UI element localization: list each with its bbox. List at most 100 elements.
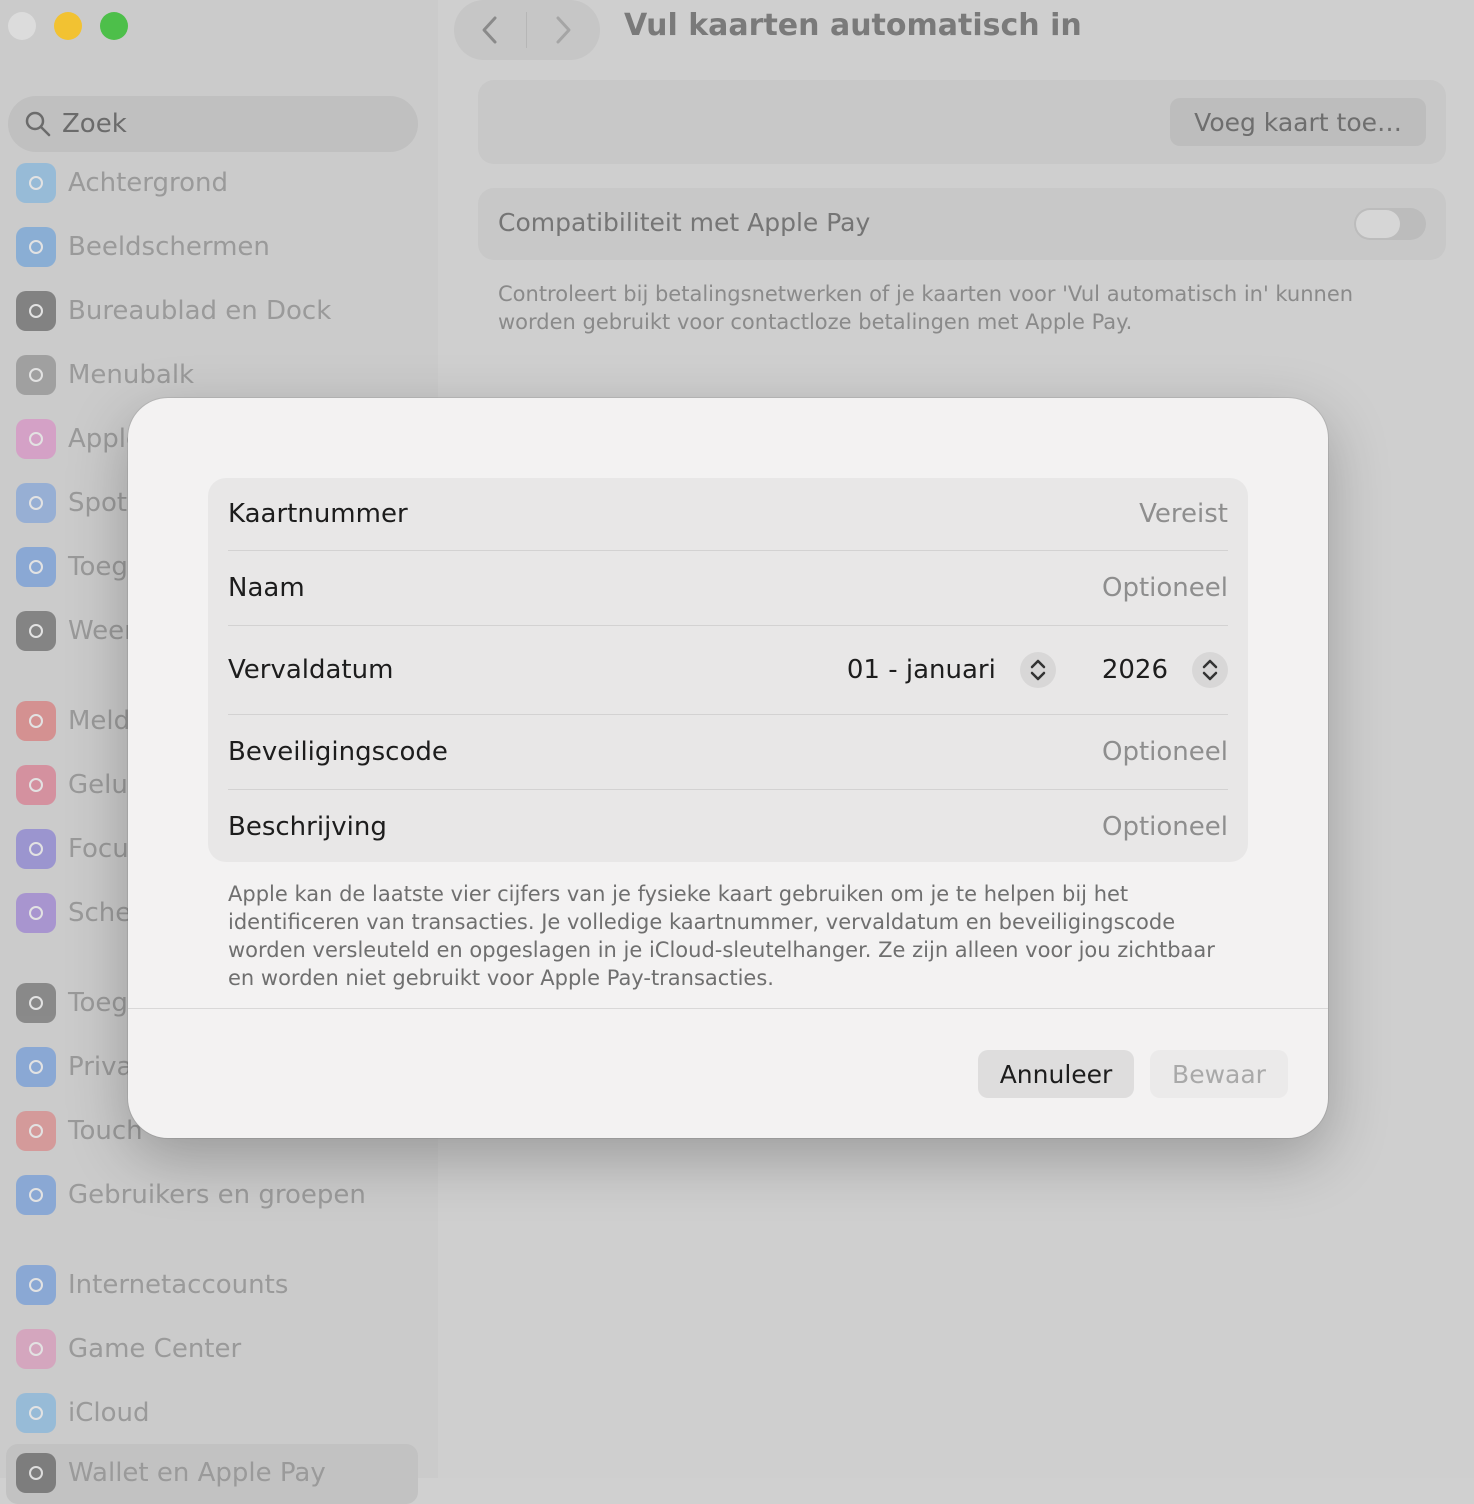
sidebar-item[interactable]: Toeg [16, 542, 128, 592]
at-icon [16, 1265, 56, 1305]
card-number-label: Kaartnummer [228, 499, 408, 529]
up-down-chevron-icon [1202, 659, 1218, 681]
search-field[interactable]: Zoek [8, 96, 418, 152]
sidebar-item[interactable]: Game Center [16, 1324, 241, 1374]
expiry-year-value[interactable]: 2026 [1102, 655, 1168, 685]
card-number-row[interactable]: Kaartnummer Vereist [228, 478, 1228, 550]
sidebar-item-label: iCloud [68, 1398, 150, 1428]
card-number-input[interactable]: Vereist [1139, 499, 1228, 529]
add-card-button[interactable]: Voeg kaart toe… [1170, 98, 1426, 146]
sidebar-item-label: Internetaccounts [68, 1270, 289, 1300]
dock-icon [16, 291, 56, 331]
sidebar-item[interactable]: iCloud [16, 1388, 150, 1438]
sidebar-item-label: Bureaublad en Dock [68, 296, 332, 326]
apple-pay-compat-toggle[interactable] [1354, 208, 1426, 240]
wallet-icon [16, 1453, 56, 1493]
expiry-label: Vervaldatum [228, 655, 394, 685]
sidebar-item[interactable]: Beeldschermen [16, 222, 270, 272]
security-code-row[interactable]: Beveiligingscode Optioneel [228, 715, 1228, 789]
sidebar-item[interactable]: Toeg [16, 978, 128, 1028]
hand-icon [16, 1047, 56, 1087]
forward-button[interactable] [527, 0, 599, 60]
chevron-left-icon [482, 16, 497, 44]
screensaver-icon [16, 611, 56, 651]
toggle-knob [1356, 210, 1400, 238]
security-code-input[interactable]: Optioneel [1102, 737, 1228, 767]
sidebar-item-label: Beeldschermen [68, 232, 270, 262]
sidebar-item[interactable]: Apple [16, 414, 142, 464]
back-button[interactable] [454, 0, 526, 60]
sidebar-item-label: Wallet en Apple Pay [68, 1458, 326, 1488]
sidebar-item[interactable]: Wallet en Apple Pay [16, 1448, 326, 1498]
save-button[interactable]: Bewaar [1150, 1050, 1288, 1098]
sidebar-item[interactable]: Weer [16, 606, 135, 656]
navigation-buttons [454, 0, 600, 60]
close-window-button[interactable] [8, 12, 36, 40]
sidebar-item-label: Toeg [68, 988, 128, 1018]
cancel-button[interactable]: Annuleer [978, 1050, 1134, 1098]
sidebar-item[interactable]: Bureaublad en Dock [16, 286, 331, 336]
sidebar-item-label: Sche [68, 898, 132, 928]
users-icon [16, 1175, 56, 1215]
gamecenter-icon [16, 1329, 56, 1369]
apple-pay-compat-card: Compatibiliteit met Apple Pay [478, 188, 1446, 260]
up-down-chevron-icon [1030, 659, 1046, 681]
bell-icon [16, 701, 56, 741]
sidebar-item[interactable]: Sche [16, 888, 131, 938]
sidebar-item-label: Priva [68, 1052, 133, 1082]
search-placeholder: Zoek [62, 109, 127, 139]
sidebar-item[interactable]: Meld [16, 696, 130, 746]
flower-icon [16, 163, 56, 203]
minimize-window-button[interactable] [54, 12, 82, 40]
sidebar-item-label: Achtergrond [68, 168, 229, 198]
sidebar-item-label: Menubalk [68, 360, 195, 390]
dialog-separator [128, 1008, 1328, 1009]
sidebar-item[interactable]: Spot [16, 478, 127, 528]
chevron-right-icon [556, 16, 571, 44]
sun-icon [16, 227, 56, 267]
sidebar-item[interactable]: Gebruikers en groepen [16, 1170, 366, 1220]
sidebar-item-label: Meld [68, 706, 131, 736]
sidebar-item[interactable]: Priva [16, 1042, 132, 1092]
expiry-pickers: 01 - januari 2026 [847, 652, 1228, 688]
lock-icon [16, 983, 56, 1023]
sidebar-item-label: Game Center [68, 1334, 242, 1364]
name-label: Naam [228, 573, 305, 603]
sidebar-item-label: Touch [68, 1116, 143, 1146]
security-code-label: Beveiligingscode [228, 737, 448, 767]
card-form: Kaartnummer Vereist Naam Optioneel Verva… [208, 478, 1248, 862]
description-row[interactable]: Beschrijving Optioneel [228, 790, 1228, 864]
fingerprint-icon [16, 1111, 56, 1151]
expiry-month-value[interactable]: 01 - januari [847, 655, 996, 685]
cards-list-card: Voeg kaart toe… [478, 80, 1446, 164]
accessibility-icon [16, 547, 56, 587]
hourglass-icon [16, 893, 56, 933]
search-icon [25, 111, 51, 137]
sidebar-item[interactable]: Menubalk [16, 350, 194, 400]
add-card-dialog: Kaartnummer Vereist Naam Optioneel Verva… [128, 398, 1328, 1138]
description-label: Beschrijving [228, 812, 387, 842]
apple-pay-compat-description: Controleert bij betalingsnetwerken of je… [498, 282, 1354, 334]
dialog-info-text: Apple kan de laatste vier cijfers van je… [228, 882, 1215, 990]
expiry-year-stepper[interactable] [1192, 652, 1228, 688]
speaker-icon [16, 765, 56, 805]
name-row[interactable]: Naam Optioneel [228, 551, 1228, 625]
sidebar-item[interactable]: Focu [16, 824, 129, 874]
page-title: Vul kaarten automatisch in [624, 8, 1082, 43]
expiry-row: Vervaldatum 01 - januari 2026 [228, 626, 1228, 714]
sidebar-item-label: Toeg [68, 552, 128, 582]
sidebar-item[interactable]: Achtergrond [16, 158, 228, 208]
apple-pay-compat-label: Compatibiliteit met Apple Pay [498, 208, 871, 237]
sidebar-item-label: Spot [68, 488, 128, 518]
description-input[interactable]: Optioneel [1102, 812, 1228, 842]
expiry-month-stepper[interactable] [1019, 652, 1056, 688]
sidebar-item-label: Weer [68, 616, 135, 646]
name-input[interactable]: Optioneel [1102, 573, 1228, 603]
sidebar-item-label: Gelui [68, 770, 136, 800]
sidebar-item[interactable]: Touch [16, 1106, 143, 1156]
sidebar-item[interactable]: Gelui [16, 760, 135, 810]
zoom-window-button[interactable] [100, 12, 128, 40]
menubar-icon [16, 355, 56, 395]
sidebar-item[interactable]: Internetaccounts [16, 1260, 288, 1310]
cloud-icon [16, 1393, 56, 1433]
